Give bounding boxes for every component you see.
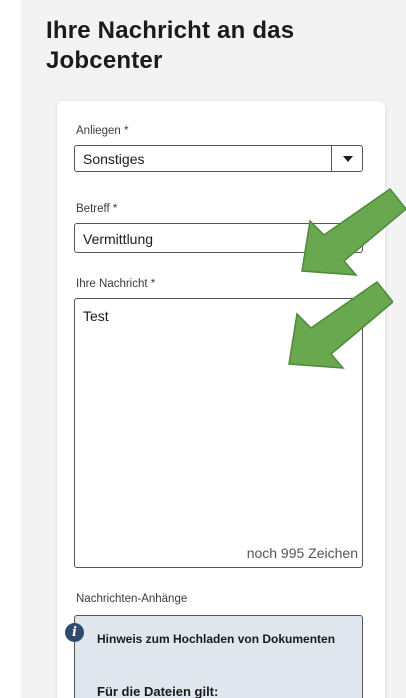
- select-divider: [331, 146, 332, 171]
- nachricht-textarea-value: Test: [83, 308, 109, 324]
- page-title: Ihre Nachricht an das Jobcenter: [46, 17, 295, 74]
- nachricht-label: Ihre Nachricht *: [76, 278, 156, 290]
- betreff-label: Betreff *: [76, 203, 118, 215]
- anhaenge-label: Nachrichten-Anhänge: [76, 593, 188, 605]
- upload-info-subtitle: Für die Dateien gilt:: [97, 684, 219, 698]
- page: Ihre Nachricht an das Jobcenter Anliegen…: [0, 0, 406, 698]
- chevron-down-icon[interactable]: [343, 156, 353, 162]
- anliegen-selected-value: Sonstiges: [83, 151, 145, 167]
- info-icon: i: [65, 623, 84, 642]
- character-counter: noch 995 Zeichen: [246, 545, 358, 561]
- upload-info-title: Hinweis zum Hochladen von Dokumenten: [97, 632, 336, 646]
- arrow-icon: [288, 280, 393, 369]
- anliegen-select[interactable]: Sonstiges: [74, 145, 363, 172]
- anliegen-label: Anliegen *: [76, 125, 129, 137]
- betreff-input-value: Vermittlung: [83, 231, 154, 247]
